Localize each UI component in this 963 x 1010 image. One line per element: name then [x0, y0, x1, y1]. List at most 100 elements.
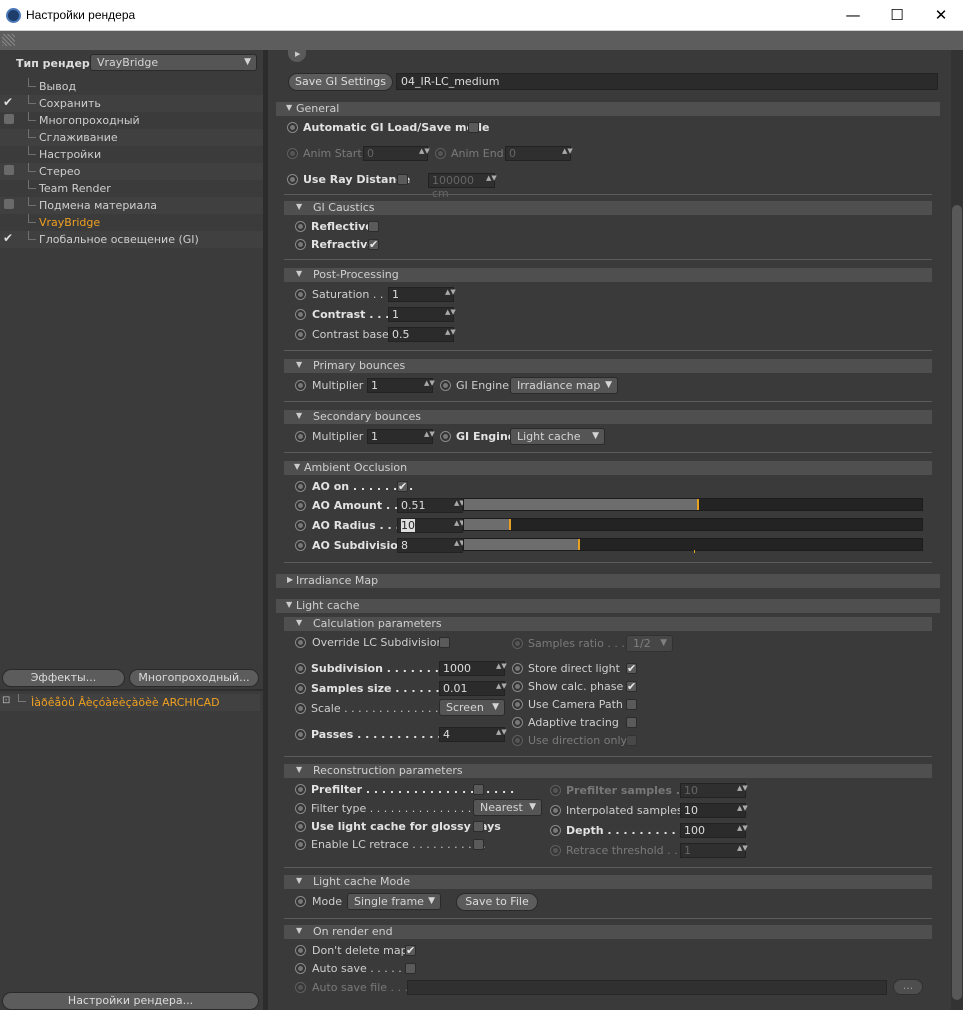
mode-dropdown[interactable]: Single frame ▼ — [347, 893, 441, 910]
section-irradiance-map[interactable]: ▶ Irradiance Map — [276, 574, 940, 588]
browse-button[interactable]: ... — [893, 979, 923, 995]
tree-item-checkbox[interactable] — [4, 114, 14, 124]
override-lc-checkbox[interactable] — [439, 637, 450, 648]
tree-item[interactable]: Вывод — [0, 78, 263, 95]
radio-reflective[interactable] — [295, 221, 306, 232]
tree-item[interactable]: ✔ Сохранить — [0, 95, 263, 112]
ray-distance-checkbox[interactable] — [397, 174, 408, 185]
radio-ao-on[interactable] — [295, 481, 306, 492]
tree-item[interactable]: Подмена материала — [0, 197, 263, 214]
adaptive-checkbox[interactable] — [626, 717, 637, 728]
saturation-input[interactable]: 1 ▲▼ — [388, 287, 456, 302]
checkmark-icon[interactable]: ✔ — [3, 95, 13, 109]
lc-retrace-checkbox[interactable] — [473, 839, 484, 850]
radio-refractive[interactable] — [295, 239, 306, 250]
radio-glossy[interactable] — [295, 821, 306, 832]
ao-subdivision-slider[interactable] — [463, 538, 923, 553]
primary-multiplier-input[interactable]: 1 ▲▼ — [367, 378, 435, 393]
radio-ray-distance[interactable] — [287, 174, 298, 185]
samples-ratio-dropdown[interactable]: 1/2 ▼ — [626, 635, 673, 652]
subdivision-input[interactable]: 1000 ▲▼ — [439, 661, 507, 676]
radio-samples-ratio[interactable] — [512, 638, 523, 649]
use-direction-checkbox[interactable] — [626, 735, 637, 746]
anim-end-input[interactable]: 0 ▲▼ — [505, 146, 573, 161]
store-direct-checkbox[interactable]: ✔ — [626, 663, 637, 674]
spinner-icon[interactable]: ▲▼ — [454, 500, 465, 507]
tree-item[interactable]: Стерео — [0, 163, 263, 180]
retrace-threshold-input[interactable]: 1 ▲▼ — [680, 843, 748, 858]
radio-mode[interactable] — [295, 896, 306, 907]
render-type-dropdown[interactable]: VrayBridge ▼ — [90, 54, 257, 71]
radio-ao-amount[interactable] — [295, 500, 306, 511]
contrast-input[interactable]: 1 ▲▼ — [388, 307, 456, 322]
radio-retrace-threshold[interactable] — [550, 845, 561, 856]
radio-samples-size[interactable] — [295, 683, 306, 694]
primary-engine-dropdown[interactable]: Irradiance map ▼ — [510, 377, 618, 394]
section-post-processing[interactable]: ▼ Post-Processing — [284, 268, 932, 282]
radio-contrast-base[interactable] — [295, 329, 306, 340]
grip-handle-icon[interactable] — [2, 34, 15, 46]
ao-radius-input[interactable]: 10 ▲▼ — [397, 518, 465, 533]
multipass-button[interactable]: Многопроходный... — [129, 669, 259, 687]
save-to-file-button[interactable]: Save to File — [456, 893, 538, 911]
spinner-icon[interactable]: ▲▼ — [445, 329, 456, 336]
spinner-icon[interactable]: ▲▼ — [445, 289, 456, 296]
section-ambient-occlusion[interactable]: ▼ Ambient Occlusion — [284, 461, 932, 475]
tree-item[interactable]: Сглаживание — [0, 129, 263, 146]
radio-prefilter[interactable] — [295, 784, 306, 795]
spinner-icon[interactable]: ▲▼ — [486, 175, 497, 182]
spinner-icon[interactable]: ▲▼ — [419, 148, 430, 155]
radio-ao-radius[interactable] — [295, 520, 306, 531]
ao-amount-input[interactable]: 0.51 ▲▼ — [397, 498, 465, 513]
radio-primary-multiplier[interactable] — [295, 380, 306, 391]
save-gi-settings-button[interactable]: Save GI Settings — [288, 73, 393, 91]
ao-radius-slider[interactable] — [463, 518, 923, 531]
section-general[interactable]: ▼ General — [276, 102, 940, 116]
radio-override-lc[interactable] — [295, 637, 306, 648]
glossy-checkbox[interactable] — [473, 821, 484, 832]
refractive-checkbox[interactable]: ✔ — [368, 239, 379, 250]
radio-lc-retrace[interactable] — [295, 839, 306, 850]
section-calculation-parameters[interactable]: ▼ Calculation parameters — [284, 617, 932, 631]
spinner-icon[interactable]: ▲▼ — [496, 683, 507, 690]
radio-passes[interactable] — [295, 729, 306, 740]
spinner-icon[interactable]: ▲▼ — [737, 805, 748, 812]
auto-save-checkbox[interactable] — [405, 963, 416, 974]
samples-size-input[interactable]: 0.01 ▲▼ — [439, 681, 507, 696]
spinner-icon[interactable]: ▲▼ — [424, 380, 435, 387]
contrast-base-input[interactable]: 0.5 ▲▼ — [388, 327, 456, 342]
radio-secondary-engine[interactable] — [440, 431, 451, 442]
tree-item[interactable]: Настройки — [0, 146, 263, 163]
spinner-icon[interactable]: ▲▼ — [424, 431, 435, 438]
camera-path-checkbox[interactable] — [626, 699, 637, 710]
radio-subdivision[interactable] — [295, 663, 306, 674]
slider-handle[interactable] — [696, 499, 699, 510]
radio-anim-start[interactable] — [287, 148, 298, 159]
scale-dropdown[interactable]: Screen ▼ — [439, 699, 505, 716]
preset-row[interactable]: ⊡ Ìàðêåòû Âèçóàëèçàöèè ARCHICAD — [0, 694, 260, 711]
tree-item-checkbox[interactable] — [4, 199, 14, 209]
spinner-icon[interactable]: ▲▼ — [496, 663, 507, 670]
tree-item[interactable]: Team Render — [0, 180, 263, 197]
radio-prefilter-samples[interactable] — [550, 785, 561, 796]
reflective-checkbox[interactable] — [368, 221, 379, 232]
gi-file-field[interactable]: 04_IR-LC_medium — [396, 73, 938, 90]
dont-delete-checkbox[interactable]: ✔ — [405, 945, 416, 956]
section-secondary-bounces[interactable]: ▼ Secondary bounces — [284, 410, 932, 424]
filter-type-dropdown[interactable]: Nearest ▼ — [473, 799, 542, 816]
section-on-render-end[interactable]: ▼ On render end — [284, 925, 932, 939]
slider-handle[interactable] — [577, 539, 580, 550]
radio-anim-end[interactable] — [435, 148, 446, 159]
radio-adaptive[interactable] — [512, 717, 523, 728]
scrollbar-thumb[interactable] — [952, 205, 962, 1000]
ao-on-checkbox[interactable]: ✔ — [397, 481, 408, 492]
spinner-icon[interactable]: ▲▼ — [454, 540, 465, 547]
maximize-button[interactable]: ☐ — [874, 0, 920, 31]
tree-item[interactable]: ✔ Глобальное освещение (GI) — [0, 231, 263, 248]
effects-button[interactable]: Эффекты... — [2, 669, 125, 687]
radio-use-direction[interactable] — [512, 735, 523, 746]
anim-start-input[interactable]: 0 ▲▼ — [363, 146, 430, 161]
ray-distance-input[interactable]: 100000 cm ▲▼ — [428, 173, 497, 200]
spinner-icon[interactable]: ▲▼ — [454, 520, 465, 527]
preset-expand-icon[interactable]: ⊡ — [2, 695, 10, 706]
